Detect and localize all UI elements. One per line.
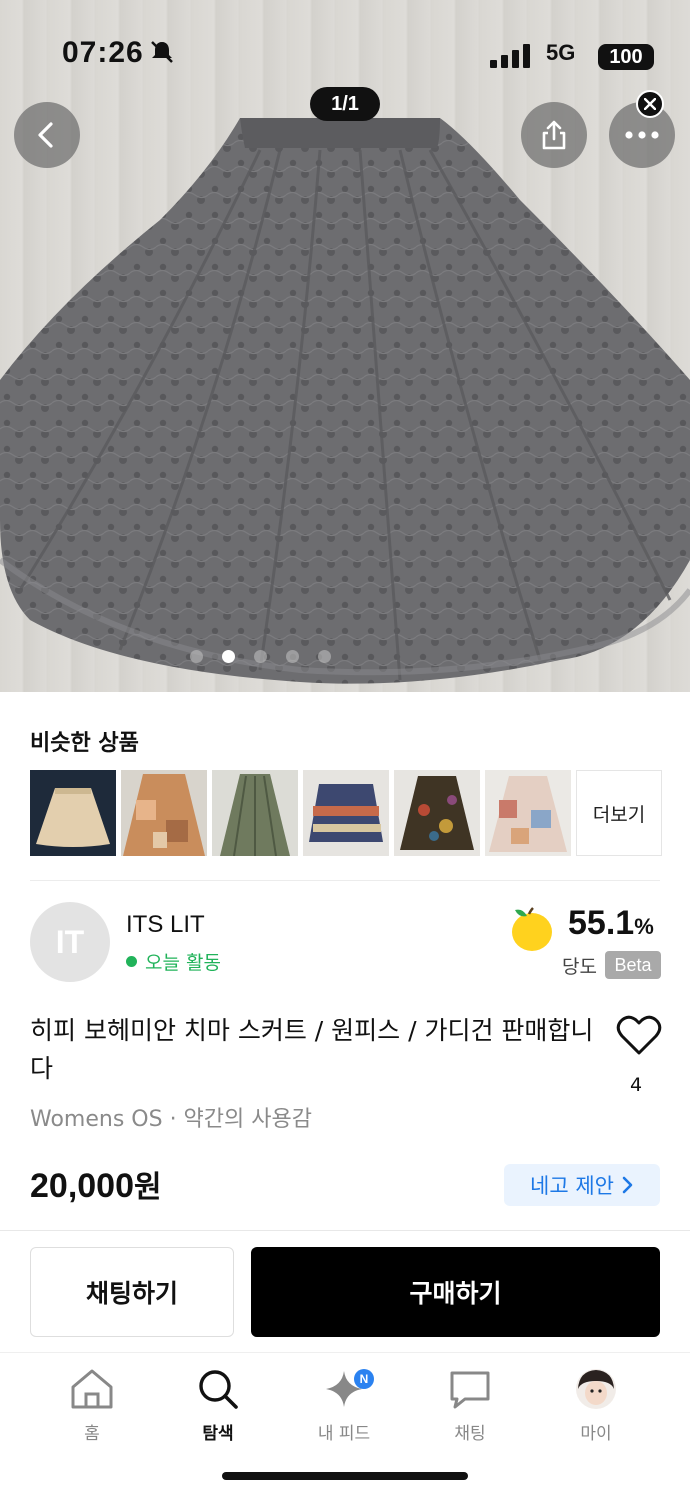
- close-icon: [644, 98, 656, 110]
- heart-icon[interactable]: [616, 1014, 662, 1056]
- price-offer-label: 네고 제안: [530, 1174, 614, 1198]
- tab-feed-label: 내 피드: [317, 1424, 371, 1444]
- sweetness-score-unit: %: [634, 914, 654, 939]
- tab-chat-label: 채팅: [454, 1424, 486, 1444]
- image-pagination-dots: [190, 650, 331, 663]
- sweetness-score: 55.1%: [568, 904, 654, 943]
- pagination-dot: [254, 650, 267, 663]
- seller-name[interactable]: ITS LIT: [126, 911, 205, 939]
- more-dots-icon: [625, 131, 659, 139]
- share-icon: [542, 120, 566, 150]
- tab-my[interactable]: 마이: [546, 1367, 646, 1444]
- search-icon: [199, 1370, 238, 1409]
- pagination-dot: [286, 650, 299, 663]
- similar-product-thumb[interactable]: [121, 770, 207, 856]
- online-dot-icon: [126, 956, 137, 967]
- seller-activity-label: 오늘 활동: [145, 952, 221, 974]
- tab-home[interactable]: 홈: [42, 1367, 142, 1444]
- beta-badge: Beta: [605, 951, 661, 979]
- tab-search-label: 탐색: [202, 1424, 234, 1444]
- apple-score-icon: [512, 907, 552, 951]
- tab-search[interactable]: 탐색: [168, 1367, 268, 1444]
- product-title: 히피 보헤미안 치마 스커트 / 원피스 / 가디건 판매합니다: [30, 1016, 594, 1083]
- product-image[interactable]: 07:26 5G 100 1/1: [0, 0, 690, 692]
- back-button[interactable]: [14, 102, 80, 168]
- pagination-dot-active: [222, 650, 235, 663]
- close-overlay-button[interactable]: [636, 90, 664, 118]
- chevron-right-icon: [622, 1176, 633, 1194]
- price-number: 20,000: [30, 1167, 134, 1205]
- similar-product-thumb[interactable]: [303, 770, 389, 856]
- tab-chat[interactable]: 채팅: [420, 1367, 520, 1444]
- sweetness-label: 당도: [562, 956, 597, 978]
- tab-my-label: 마이: [580, 1424, 612, 1444]
- feed-new-badge: N: [354, 1369, 374, 1389]
- price-unit: 원: [134, 1170, 162, 1205]
- image-counter: 1/1: [310, 87, 380, 121]
- tab-feed[interactable]: N 내 피드: [294, 1367, 394, 1444]
- network-type: 5G: [546, 40, 576, 65]
- similar-product-thumb[interactable]: [212, 770, 298, 856]
- chat-button[interactable]: 채팅하기: [30, 1247, 234, 1337]
- divider: [30, 880, 660, 881]
- status-time: 07:26: [62, 36, 144, 69]
- seller-activity-status: 오늘 활동: [126, 948, 221, 975]
- see-more-similar-button[interactable]: 더보기: [576, 770, 662, 856]
- tab-home-label: 홈: [84, 1424, 100, 1444]
- similar-products-list: 더보기: [30, 770, 662, 856]
- chevron-left-icon: [38, 122, 53, 148]
- pagination-dot: [318, 650, 331, 663]
- similar-product-thumb[interactable]: [394, 770, 480, 856]
- similar-product-thumb[interactable]: [485, 770, 571, 856]
- signal-icon: [490, 44, 530, 68]
- purchase-action-bar: 채팅하기 구매하기: [0, 1230, 690, 1352]
- home-icon: [71, 1369, 113, 1409]
- seller-avatar[interactable]: IT: [30, 902, 110, 982]
- price-offer-button[interactable]: 네고 제안: [504, 1164, 660, 1206]
- buy-button[interactable]: 구매하기: [251, 1247, 660, 1337]
- sweetness-score-value: 55.1: [568, 904, 635, 942]
- similar-product-thumb[interactable]: [30, 770, 116, 856]
- bell-muted-icon: [151, 41, 173, 63]
- chat-bubble-icon: [450, 1371, 490, 1409]
- like-count: 4: [630, 1074, 643, 1096]
- pagination-dot: [190, 650, 203, 663]
- product-meta: Womens OS · 약간의 사용감: [30, 1107, 312, 1132]
- product-price: 20,000원: [30, 1162, 162, 1206]
- similar-products-title: 비슷한 상품: [30, 731, 139, 756]
- home-indicator: [222, 1472, 468, 1480]
- share-button[interactable]: [521, 102, 587, 168]
- profile-avatar-icon: [576, 1369, 616, 1409]
- battery-indicator: 100: [598, 44, 654, 70]
